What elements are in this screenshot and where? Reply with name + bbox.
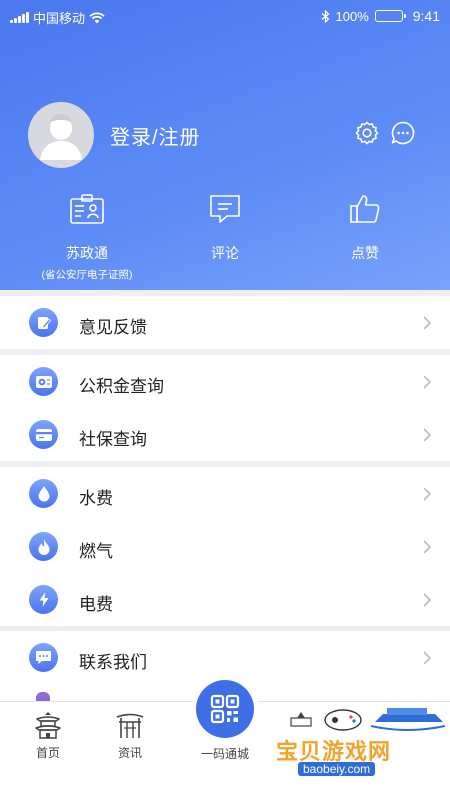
flame-icon xyxy=(29,532,58,561)
quick-action-label: 评论 xyxy=(211,245,239,261)
comment-icon xyxy=(210,195,240,223)
chevron-right-icon xyxy=(423,316,432,330)
menu-item-label: 燃气 xyxy=(79,542,113,561)
menu-item-electricity[interactable]: 电费 xyxy=(0,573,450,626)
qr-code-button[interactable] xyxy=(196,680,254,738)
menu-group-queries: 公积金查询 社保查询 xyxy=(0,355,450,461)
pagoda-home-icon xyxy=(35,712,61,739)
tab-news[interactable]: 资讯 xyxy=(90,710,170,761)
menu-item-housing-fund[interactable]: 公积金查询 xyxy=(0,355,450,408)
settings-gear-icon[interactable] xyxy=(354,120,380,146)
menu-item-label: 联系我们 xyxy=(79,653,147,672)
status-bar: 中国移动 100% 9:41 xyxy=(0,0,450,32)
lightning-icon xyxy=(29,585,58,614)
qr-code-icon xyxy=(210,694,240,724)
battery-percent: 100% xyxy=(335,8,369,24)
coin-icon xyxy=(29,367,58,396)
thumbs-up-icon xyxy=(350,195,380,223)
menu-item-social-security[interactable]: 社保查询 xyxy=(0,408,450,461)
quick-action-like[interactable]: 点赞 xyxy=(290,192,440,263)
chevron-right-icon xyxy=(423,428,432,442)
status-time: 9:41 xyxy=(412,8,440,24)
chevron-right-icon xyxy=(423,651,432,665)
tab-label: 一码通城 xyxy=(200,747,249,761)
menu-group-feedback: 意见反馈 xyxy=(0,296,450,349)
chat-icon xyxy=(29,643,58,672)
watermark-url: baobeiy.com xyxy=(298,762,376,776)
menu-item-water[interactable]: 水费 xyxy=(0,467,450,520)
menu-item-feedback[interactable]: 意见反馈 xyxy=(0,296,450,349)
menu-group-utilities: 水费 燃气 电费 xyxy=(0,467,450,626)
user-silhouette-icon xyxy=(40,113,82,160)
menu-item-label: 水费 xyxy=(79,489,113,508)
menu-item-label: 意见反馈 xyxy=(79,318,147,337)
tab-label: 资讯 xyxy=(117,746,142,760)
bluetooth-icon xyxy=(321,9,329,23)
menu-item-label: 电费 xyxy=(79,595,113,614)
chevron-right-icon xyxy=(423,540,432,554)
gate-news-icon xyxy=(116,713,144,738)
avatar[interactable] xyxy=(28,102,94,168)
chevron-right-icon xyxy=(423,375,432,389)
carrier-name: 中国移动 xyxy=(33,11,86,26)
menu-item-label: 公积金查询 xyxy=(79,377,164,396)
id-card-icon xyxy=(70,194,104,224)
chevron-right-icon xyxy=(423,487,432,501)
signal-icon xyxy=(10,12,29,23)
wifi-icon xyxy=(89,11,105,23)
chevron-right-icon xyxy=(423,593,432,607)
feedback-edit-icon xyxy=(29,308,58,337)
battery-icon xyxy=(374,10,406,22)
quick-action-sublabel: (省公安厅电子证照) xyxy=(41,269,133,281)
menu-item-gas[interactable]: 燃气 xyxy=(0,520,450,573)
partial-menu-icon xyxy=(36,692,50,702)
quick-action-label: 苏政通 xyxy=(66,245,108,261)
message-bubble-icon[interactable] xyxy=(390,120,416,146)
login-register-link[interactable]: 登录/注册 xyxy=(110,121,201,150)
card-icon xyxy=(29,420,58,449)
menu-item-label: 社保查询 xyxy=(79,430,147,449)
water-drop-icon xyxy=(29,479,58,508)
tab-home[interactable]: 首页 xyxy=(8,710,88,761)
quick-action-comment[interactable]: 评论 xyxy=(150,192,300,263)
tab-label: 首页 xyxy=(35,746,60,760)
menu-item-contact-us[interactable]: 联系我们 xyxy=(0,631,450,684)
quick-action-label: 点赞 xyxy=(351,245,379,261)
quick-action-id-card[interactable]: 苏政通 (省公安厅电子证照) xyxy=(12,192,162,282)
